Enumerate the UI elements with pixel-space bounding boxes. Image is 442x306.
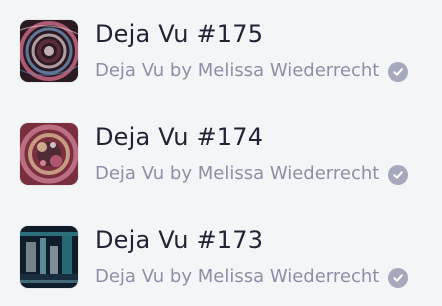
list-item[interactable]: Deja Vu #175 Deja Vu by Melissa Wiederre… (0, 0, 442, 100)
collection-link[interactable]: Deja Vu by Melissa Wiederrecht (95, 264, 380, 290)
nft-thumbnail[interactable] (20, 226, 78, 288)
check-circle-icon (388, 268, 408, 288)
nft-thumbnail[interactable] (20, 20, 78, 82)
check-circle-icon (388, 62, 408, 82)
nft-thumbnail[interactable] (20, 123, 78, 185)
list-item[interactable]: Deja Vu #174 Deja Vu by Melissa Wiederre… (0, 103, 442, 203)
collection-link[interactable]: Deja Vu by Melissa Wiederrecht (95, 161, 380, 187)
nft-title[interactable]: Deja Vu #175 (95, 18, 263, 50)
list-item[interactable]: Deja Vu #173 Deja Vu by Melissa Wiederre… (0, 206, 442, 306)
nft-title[interactable]: Deja Vu #174 (95, 121, 263, 153)
collection-name: Deja Vu by Melissa Wiederrecht (95, 266, 380, 287)
collection-link[interactable]: Deja Vu by Melissa Wiederrecht (95, 58, 380, 84)
collection-name: Deja Vu by Melissa Wiederrecht (95, 163, 380, 184)
check-circle-icon (388, 165, 408, 185)
collection-name: Deja Vu by Melissa Wiederrecht (95, 60, 380, 81)
nft-title[interactable]: Deja Vu #173 (95, 224, 263, 256)
nft-list: Deja Vu #175 Deja Vu by Melissa Wiederre… (0, 0, 442, 306)
